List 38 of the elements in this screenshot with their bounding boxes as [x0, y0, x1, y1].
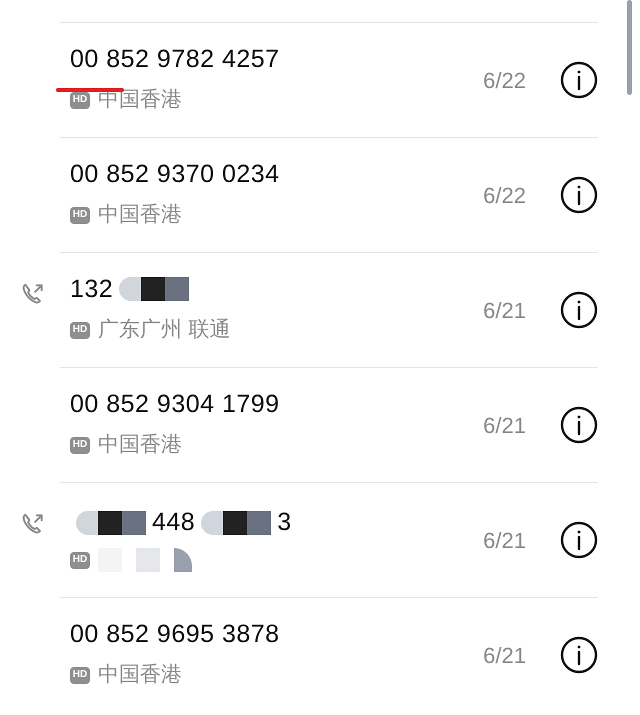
call-date: 6/21 [483, 526, 526, 554]
info-button[interactable] [560, 61, 598, 99]
hd-badge: HD [70, 666, 90, 684]
hd-badge: HD [70, 322, 90, 338]
location-text: 中国香港 [98, 431, 182, 458]
call-date: 6/21 [483, 412, 526, 440]
info-icon [560, 521, 598, 559]
info-icon [560, 291, 598, 329]
info-button[interactable] [560, 521, 598, 559]
location-text: 中国香港 [98, 201, 182, 228]
info-button[interactable] [560, 176, 598, 214]
location-text: 广东广州 联通 [98, 316, 231, 344]
redaction-block [201, 511, 272, 535]
info-icon [560, 406, 598, 444]
phone-number: 00 852 9370 0234 [70, 158, 280, 190]
call-date: 6/21 [483, 642, 526, 670]
hd-badge: HD [70, 436, 90, 454]
phone-number: 00 852 9695 3878 [70, 618, 280, 650]
info-button[interactable] [560, 406, 598, 444]
phone-number: 448 [152, 507, 196, 538]
phone-number: 3 [277, 507, 292, 538]
phone-number: 00 852 9304 1799 [70, 388, 280, 420]
hd-badge: HD [70, 92, 90, 108]
redaction-block [76, 511, 146, 535]
call-date: 6/22 [483, 182, 526, 210]
info-button[interactable] [560, 291, 598, 329]
info-button[interactable] [560, 636, 598, 674]
phone-number: 00 852 9782 4257 [70, 44, 280, 74]
hd-badge: HD [70, 206, 90, 224]
info-icon [560, 61, 598, 99]
phone-number: 132 [70, 274, 114, 304]
call-date: 6/22 [483, 66, 526, 94]
redaction-block [119, 277, 190, 302]
hd-badge: HD [70, 552, 90, 568]
call-date: 6/21 [483, 296, 526, 324]
location-text: 中国香港 [98, 661, 182, 688]
info-icon [560, 636, 598, 674]
info-icon [560, 176, 598, 214]
